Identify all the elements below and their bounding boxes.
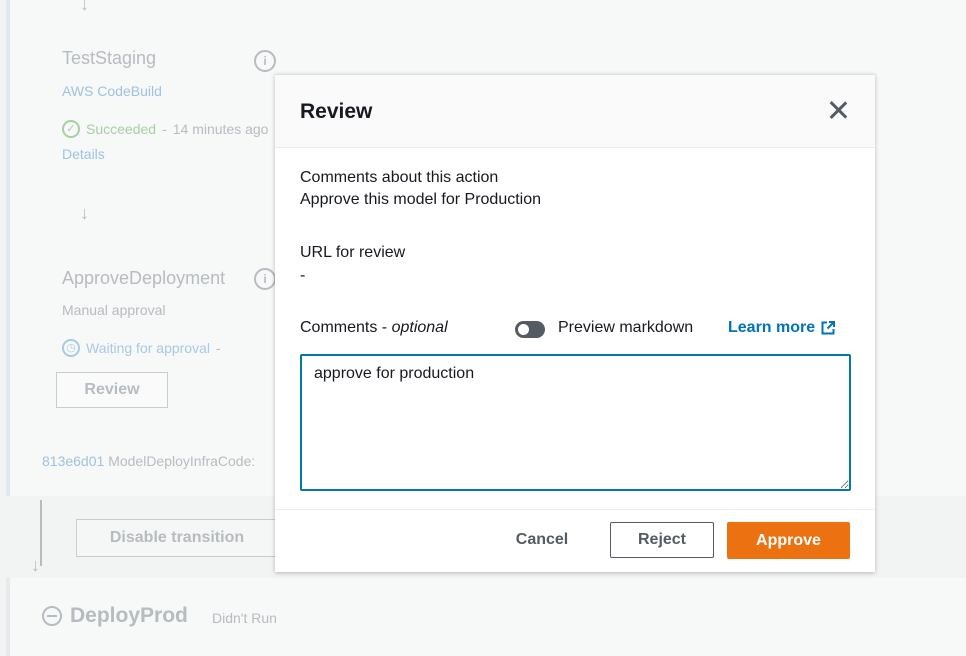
- stage-status: Didn't Run: [212, 610, 277, 626]
- commit-message: ModelDeployInfraCode:: [108, 453, 256, 469]
- comments-label: Comments - optional: [300, 319, 448, 337]
- preview-markdown-label: Preview markdown: [558, 319, 694, 336]
- review-button[interactable]: Review: [56, 372, 168, 408]
- comments-textarea[interactable]: approve for production: [300, 354, 851, 491]
- reject-button[interactable]: Reject: [610, 522, 714, 558]
- approve-button[interactable]: Approve: [727, 522, 850, 559]
- minus-circle-icon: [42, 606, 62, 626]
- action-status: ◷ Waiting for approval -: [62, 339, 221, 357]
- commit-info: 813e6d01 ModelDeployInfraCode:: [42, 453, 255, 469]
- arrow-down-icon: ↓: [80, 203, 89, 223]
- disable-transition-button[interactable]: Disable transition: [76, 519, 278, 557]
- modal-title: Review: [300, 100, 373, 123]
- status-text: Waiting for approval: [86, 340, 210, 356]
- stage-title-text: DeployProd: [70, 604, 188, 627]
- url-value: -: [300, 267, 306, 284]
- action-status: ✓ Succeeded - 14 minutes ago: [62, 120, 268, 138]
- arrow-down-icon: ↓: [80, 0, 89, 14]
- cancel-button[interactable]: Cancel: [506, 522, 578, 558]
- info-icon[interactable]: i: [254, 50, 276, 72]
- review-modal: Review Comments about this action Approv…: [275, 74, 875, 572]
- arrow-down-icon: ↓: [31, 555, 40, 575]
- comments-label-text: Comments -: [300, 319, 388, 336]
- optional-text: optional: [391, 319, 448, 336]
- learn-more-link[interactable]: Learn more: [728, 319, 836, 337]
- pipeline-stage-deployprod: DeployProd Didn't Run: [6, 578, 966, 656]
- comments-about-value: Approve this model for Production: [300, 191, 542, 208]
- learn-more-text: Learn more: [728, 319, 816, 336]
- comments-about-label: Comments about this action: [300, 169, 499, 186]
- url-label: URL for review: [300, 244, 406, 261]
- action-approvedeployment: ApproveDeployment: [62, 268, 225, 289]
- action-provider-link[interactable]: AWS CodeBuild: [62, 83, 162, 99]
- external-link-icon: [821, 321, 836, 335]
- status-separator: -: [215, 340, 221, 356]
- comments-row: Comments - optional Preview markdown Lea…: [300, 319, 851, 343]
- details-link[interactable]: Details: [62, 146, 105, 162]
- stage-title: DeployProd: [42, 604, 188, 628]
- status-text: Succeeded: [86, 121, 157, 137]
- info-icon[interactable]: i: [254, 268, 276, 290]
- check-circle-icon: ✓: [62, 120, 80, 138]
- action-teststaging: TestStaging: [62, 48, 156, 69]
- action-title: ApproveDeployment: [62, 268, 226, 288]
- transition-line: [40, 500, 42, 566]
- close-icon[interactable]: [827, 99, 849, 121]
- modal-footer: Cancel Reject Approve: [275, 509, 875, 572]
- action-provider: Manual approval: [62, 302, 166, 318]
- modal-header: Review: [275, 75, 875, 148]
- status-time: 14 minutes ago: [172, 121, 269, 137]
- commit-id-link[interactable]: 813e6d01: [42, 453, 104, 469]
- action-title: TestStaging: [62, 48, 157, 68]
- clock-icon: ◷: [62, 339, 80, 357]
- status-separator: -: [162, 121, 167, 137]
- preview-markdown-toggle[interactable]: [515, 321, 545, 338]
